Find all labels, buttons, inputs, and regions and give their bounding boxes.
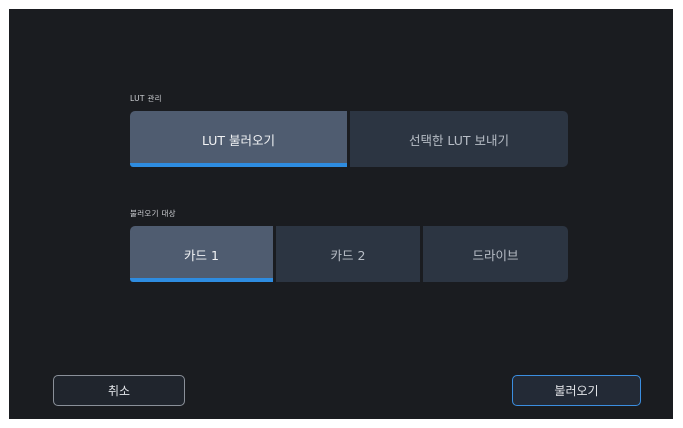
lut-management-segmented-control: LUT 불러오기 선택한 LUT 보내기 [130,111,568,167]
selected-indicator [130,163,347,167]
lut-management-label: LUT 관리 [130,94,162,103]
export-selected-lut-option[interactable]: 선택한 LUT 보내기 [350,111,568,167]
import-button[interactable]: 불러오기 [512,375,641,406]
card-1-option-label: 카드 1 [184,247,219,263]
cancel-button[interactable]: 취소 [53,375,185,406]
card-1-option[interactable]: 카드 1 [130,226,273,282]
drive-option-label: 드라이브 [472,247,519,263]
selected-indicator [130,278,273,282]
drive-option[interactable]: 드라이브 [423,226,568,282]
import-target-segmented-control: 카드 1 카드 2 드라이브 [130,226,568,282]
export-selected-lut-option-label: 선택한 LUT 보내기 [408,132,510,148]
card-2-option-label: 카드 2 [330,247,366,263]
import-lut-option[interactable]: LUT 불러오기 [130,111,347,167]
import-lut-option-label: LUT 불러오기 [201,132,276,148]
lut-dialog: LUT 관리 LUT 불러오기 선택한 LUT 보내기 불러오기 대상 카드 1… [9,9,673,419]
import-target-label: 불러오기 대상 [130,209,176,218]
card-2-option[interactable]: 카드 2 [276,226,420,282]
